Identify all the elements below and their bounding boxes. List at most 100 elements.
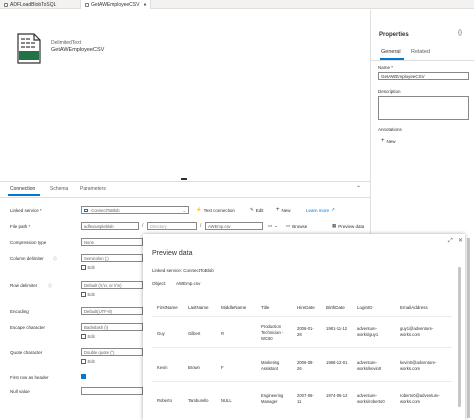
properties-title: Properties xyxy=(379,32,409,38)
edit-linked-service-button[interactable]: ✎ Edit xyxy=(250,207,264,213)
column-header: HireDate xyxy=(297,305,315,310)
preview-linked-service: Linked service: ConnectToBlob xyxy=(152,268,214,273)
tab-related[interactable]: Related xyxy=(411,49,430,55)
browse-label: Browse xyxy=(292,223,308,229)
test-connection-button[interactable]: ⚡ Test connection xyxy=(196,207,235,213)
csv-file-icon xyxy=(17,33,41,64)
quote-character-label: Quote character xyxy=(10,350,43,355)
preview-scrollbar[interactable] xyxy=(458,267,461,407)
header-divider xyxy=(152,316,452,317)
props-scrollbar[interactable] xyxy=(467,238,470,418)
escape-character-select[interactable]: Backslash (\) xyxy=(81,323,143,331)
linked-service-select[interactable]: ConnectToBlob ⌄ xyxy=(81,206,189,214)
learn-more-link[interactable]: Learn more ↗ xyxy=(306,207,335,213)
file-path-container-field[interactable]: adfexampleblob xyxy=(81,222,139,230)
expand-icon[interactable]: {} xyxy=(458,30,462,36)
expand-icon[interactable]: ⤢ xyxy=(448,238,453,245)
dataset-type: DelimitedText xyxy=(51,40,82,46)
file-path-file-field[interactable]: AWEmp.csv xyxy=(205,222,263,230)
open-folder-button[interactable]: ▭ ⌄ xyxy=(268,223,278,229)
dataset-canvas xyxy=(0,10,367,180)
quote-character-value: Double quote (") xyxy=(84,350,115,355)
browse-button[interactable]: ▭ Browse xyxy=(286,223,307,229)
cell: Kevin xyxy=(157,365,168,370)
chevron-down-icon: ⌄ xyxy=(182,208,186,213)
first-row-header-label: First row as header xyxy=(10,375,49,380)
cell: roberto0@adventure-works.com xyxy=(400,393,440,404)
new-annotation-button[interactable]: + New xyxy=(381,138,396,144)
escape-character-label: Escape character xyxy=(10,325,46,330)
escape-character-value: Backslash (\) xyxy=(84,325,109,330)
quote-character-edit-checkbox[interactable]: Edit xyxy=(81,359,95,364)
edit-checkbox-label: Edit xyxy=(87,359,95,364)
folder-icon: ▭ xyxy=(286,223,291,228)
plus-icon: + xyxy=(276,207,280,213)
pane-divider xyxy=(0,181,370,182)
name-value: GetAWEmployeeCSV xyxy=(381,74,425,79)
quote-character-select[interactable]: Double quote (") xyxy=(81,348,143,356)
info-icon[interactable]: ⓘ xyxy=(53,256,57,262)
cell: guy1@adventure-works.com xyxy=(400,326,434,337)
linked-service-icon xyxy=(84,209,88,212)
cell: 1981-11-12 xyxy=(326,326,348,331)
folder-icon: ▭ xyxy=(268,223,273,228)
cell: 2006-08-26 xyxy=(297,360,314,371)
path-separator: / xyxy=(200,223,202,229)
tab-general[interactable]: General xyxy=(381,49,401,55)
preview-data-button[interactable]: ▦ Preview data xyxy=(332,223,364,229)
info-icon[interactable]: ⓘ xyxy=(48,283,52,289)
close-icon[interactable]: ✕ xyxy=(458,237,463,244)
linked-service-value: ConnectToBlob xyxy=(91,208,120,213)
first-row-header-checkbox[interactable] xyxy=(81,374,86,379)
new-label: New xyxy=(281,207,291,213)
tab-getawemployeecsv[interactable]: GetAWEmployeeCSV ● xyxy=(80,0,152,9)
collapse-icon[interactable]: ⌃ xyxy=(356,185,361,192)
column-header: MiddleName xyxy=(221,305,247,310)
cell: 2006-01-28 xyxy=(297,326,314,337)
column-delimiter-label: Column delimiter xyxy=(10,256,44,261)
tab-schema[interactable]: Schema xyxy=(50,186,68,192)
name-field[interactable]: GetAWEmployeeCSV xyxy=(378,72,469,80)
compression-select[interactable]: None xyxy=(81,238,143,246)
dataset-icon xyxy=(85,2,89,7)
plus-icon: + xyxy=(381,138,385,144)
props-tab-divider xyxy=(371,60,474,61)
compression-label: Compression type xyxy=(10,240,47,245)
column-header: LoginID xyxy=(357,305,373,310)
row-divider xyxy=(152,381,452,382)
test-connection-label: Test connection xyxy=(203,207,235,213)
escape-character-edit-checkbox[interactable]: Edit xyxy=(81,334,95,339)
row-divider xyxy=(152,347,452,348)
column-delimiter-edit-checkbox[interactable]: Edit xyxy=(81,265,95,270)
tab-label: GetAWEmployeeCSV xyxy=(91,1,140,8)
checkbox-box xyxy=(81,265,86,270)
file-path-directory-field[interactable]: Directory xyxy=(147,222,197,230)
null-value-field[interactable] xyxy=(81,387,143,395)
learn-more-label: Learn more xyxy=(306,207,330,213)
encoding-select[interactable]: Default(UTF-8) xyxy=(81,307,143,315)
tab-parameters[interactable]: Parameters xyxy=(80,186,106,192)
row-delimiter-select[interactable]: Default (\r,\n, or \r\n) xyxy=(81,281,143,289)
new-annotation-label: New xyxy=(386,138,396,144)
preview-object-value: AWEmp.csv xyxy=(176,281,201,286)
tab-connection[interactable]: Connection xyxy=(10,186,35,192)
file-path-file-value: AWEmp.csv xyxy=(208,224,231,229)
column-delimiter-select[interactable]: Semicolon (;) xyxy=(81,254,143,262)
file-path-label: File path * xyxy=(10,224,31,229)
description-label: Description xyxy=(378,89,401,94)
new-linked-service-button[interactable]: + New xyxy=(276,207,291,213)
null-value-label: Null value xyxy=(10,389,30,394)
tab-adfloadblobtosql[interactable]: ADFLoadBlobToSQL xyxy=(0,0,60,9)
pipeline-icon xyxy=(4,2,8,7)
chevron-down-icon: ⌄ xyxy=(274,223,279,228)
row-delimiter-edit-checkbox[interactable]: Edit xyxy=(81,292,95,297)
plug-icon: ⚡ xyxy=(196,207,202,212)
checkbox-box xyxy=(81,359,86,364)
close-icon[interactable]: ● xyxy=(143,2,146,8)
resize-handle[interactable] xyxy=(181,178,187,180)
tab-label: ADFLoadBlobToSQL xyxy=(10,1,57,8)
preview-object-label: Object: xyxy=(152,281,167,286)
external-link-icon: ↗ xyxy=(331,207,335,212)
description-field[interactable] xyxy=(378,96,469,120)
encoding-value: Default(UTF-8) xyxy=(84,309,112,314)
